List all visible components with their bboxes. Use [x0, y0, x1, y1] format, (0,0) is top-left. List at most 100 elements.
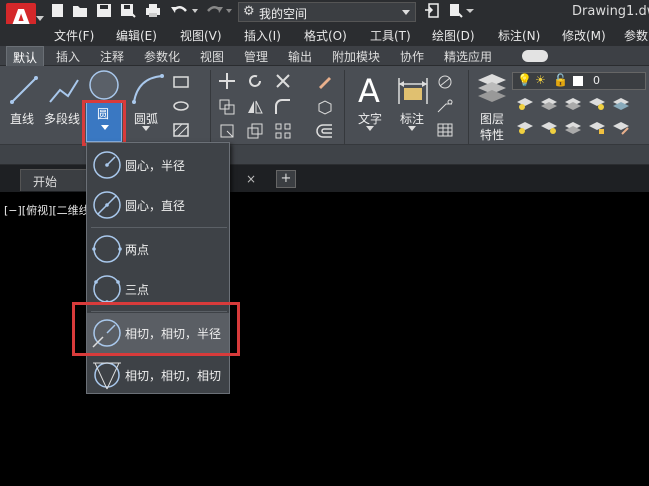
- menu-dimension[interactable]: 标注(N): [498, 27, 540, 44]
- layer-dropdown[interactable]: 💡 ☀ 🔓 0: [512, 72, 646, 90]
- layer-tool-icon[interactable]: [588, 120, 606, 136]
- tab-parametric[interactable]: 参数化: [144, 48, 180, 65]
- layer-properties-label[interactable]: 图层: [480, 110, 504, 127]
- plot-icon[interactable]: [448, 3, 464, 18]
- menu-item-center-diameter[interactable]: 圆心，直径: [87, 185, 229, 225]
- arc-dropdown-icon[interactable]: [142, 126, 150, 132]
- fillet-icon[interactable]: [274, 98, 292, 116]
- customize-dropdown-icon[interactable]: [466, 3, 474, 18]
- table-icon[interactable]: [436, 122, 454, 138]
- menu-item-tan-tan-tan[interactable]: 相切，相切，相切: [87, 355, 229, 395]
- layer-tool-icon[interactable]: [540, 120, 558, 136]
- menu-view[interactable]: 视图(V): [180, 27, 222, 44]
- lock-icon: 🔓: [553, 73, 568, 87]
- tab-manage[interactable]: 管理: [244, 48, 268, 65]
- arc-tool-icon[interactable]: [130, 72, 166, 108]
- linear-dim-icon[interactable]: [436, 74, 454, 90]
- menu-item-center-radius[interactable]: 圆心，半径: [87, 145, 229, 185]
- viewport-controls[interactable]: [−][俯视][二维线: [4, 202, 90, 218]
- mirror-icon[interactable]: [246, 98, 264, 116]
- 3d-box-icon[interactable]: [316, 98, 334, 116]
- erase-icon[interactable]: [316, 72, 334, 90]
- menu-file[interactable]: 文件(F): [54, 27, 94, 44]
- layer-tool-icon[interactable]: [516, 120, 534, 136]
- dimension-tool-icon[interactable]: [396, 74, 430, 106]
- menu-parametric[interactable]: 参数: [624, 27, 648, 44]
- circle-options-menu: 圆心，半径 圆心，直径 两点 三点 相切，相切，半径 相切，相切，相切: [86, 142, 230, 394]
- menu-separator: [91, 227, 227, 228]
- tab-output[interactable]: 输出: [288, 48, 312, 65]
- arc-tool-label[interactable]: 圆弧: [134, 110, 158, 127]
- ribbon-minimize-toggle[interactable]: [522, 50, 548, 62]
- new-tab-button[interactable]: +: [276, 170, 296, 188]
- offset-icon[interactable]: [316, 122, 334, 140]
- menu-draw[interactable]: 绘图(D): [432, 27, 475, 44]
- print-icon[interactable]: [145, 3, 161, 18]
- menu-bar: 文件(F) 编辑(E) 视图(V) 插入(I) 格式(O) 工具(T) 绘图(D…: [0, 24, 649, 46]
- line-tool-label[interactable]: 直线: [10, 110, 34, 127]
- layer-tool-icon[interactable]: [588, 96, 606, 112]
- layer-tool-icon[interactable]: [564, 120, 582, 136]
- polyline-tool-icon[interactable]: [46, 72, 82, 108]
- tab-home[interactable]: 默认: [6, 46, 45, 66]
- polyline-tool-label[interactable]: 多段线: [44, 110, 80, 127]
- move-icon[interactable]: [218, 72, 236, 90]
- menu-format[interactable]: 格式(O): [304, 27, 347, 44]
- undo-dropdown-icon[interactable]: [192, 3, 198, 18]
- open-folder-icon[interactable]: [72, 3, 88, 18]
- array-icon[interactable]: [274, 122, 292, 140]
- menu-edit[interactable]: 编辑(E): [116, 27, 157, 44]
- ribbon-tabs: 默认 插入 注释 参数化 视图 管理 输出 附加模块 协作 精选应用: [0, 46, 649, 66]
- share-icon[interactable]: [424, 3, 440, 18]
- menu-tools[interactable]: 工具(T): [370, 27, 411, 44]
- dimension-dropdown-icon[interactable]: [408, 126, 416, 132]
- tab-addins[interactable]: 附加模块: [332, 48, 380, 65]
- sun-icon: ☀: [535, 73, 546, 87]
- tab-featured-apps[interactable]: 精选应用: [444, 48, 492, 65]
- scale-icon[interactable]: [246, 122, 264, 140]
- layer-properties-label-2[interactable]: 特性: [480, 126, 504, 143]
- layer-properties-icon[interactable]: [476, 72, 508, 106]
- circle-tool-icon[interactable]: [86, 68, 122, 102]
- layer-tool-icon[interactable]: [612, 120, 630, 136]
- leader-icon[interactable]: [436, 98, 454, 114]
- tab-insert[interactable]: 插入: [56, 48, 80, 65]
- tab-start[interactable]: 开始: [20, 169, 92, 191]
- menu-item-two-point[interactable]: 两点: [87, 229, 229, 269]
- save-icon[interactable]: [96, 3, 112, 18]
- new-file-icon[interactable]: [50, 3, 66, 18]
- save-as-icon[interactable]: [120, 3, 136, 18]
- redo-dropdown-icon[interactable]: [226, 3, 232, 18]
- circle-two-point-icon: [92, 235, 122, 263]
- stretch-icon[interactable]: [218, 122, 236, 140]
- workspace-selector[interactable]: ⚙ 我的空间: [238, 2, 416, 22]
- tab-collaborate[interactable]: 协作: [400, 48, 424, 65]
- tab-view[interactable]: 视图: [200, 48, 224, 65]
- layer-tool-icon[interactable]: [516, 96, 534, 112]
- dimension-tool-label[interactable]: 标注: [400, 110, 424, 127]
- redo-icon[interactable]: [204, 3, 224, 18]
- circle-tan-tan-tan-icon: [93, 362, 121, 390]
- menu-modify[interactable]: 修改(M): [562, 27, 606, 44]
- text-dropdown-icon[interactable]: [366, 126, 374, 132]
- chevron-down-icon: [36, 16, 44, 21]
- text-tool-label[interactable]: 文字: [358, 110, 382, 127]
- rotate-icon[interactable]: [246, 72, 264, 90]
- layer-tool-icon[interactable]: [540, 96, 558, 112]
- line-tool-icon[interactable]: [6, 72, 42, 108]
- ellipse-tool-icon[interactable]: [172, 98, 190, 114]
- close-icon[interactable]: ×: [246, 172, 256, 186]
- tab-annotate[interactable]: 注释: [100, 48, 124, 65]
- undo-icon[interactable]: [170, 3, 190, 18]
- layer-tool-icon[interactable]: [612, 96, 630, 112]
- text-tool-icon[interactable]: A: [356, 72, 386, 108]
- menu-insert[interactable]: 插入(I): [244, 27, 281, 44]
- rectangle-tool-icon[interactable]: [172, 74, 190, 90]
- trim-icon[interactable]: [274, 72, 292, 90]
- copy-icon[interactable]: [218, 98, 236, 116]
- gear-icon: ⚙: [243, 4, 255, 19]
- layer-tool-icon[interactable]: [564, 96, 582, 112]
- svg-text:A: A: [358, 72, 380, 108]
- hatch-tool-icon[interactable]: [172, 122, 190, 138]
- document-title: Drawing1.dwg: [572, 4, 649, 19]
